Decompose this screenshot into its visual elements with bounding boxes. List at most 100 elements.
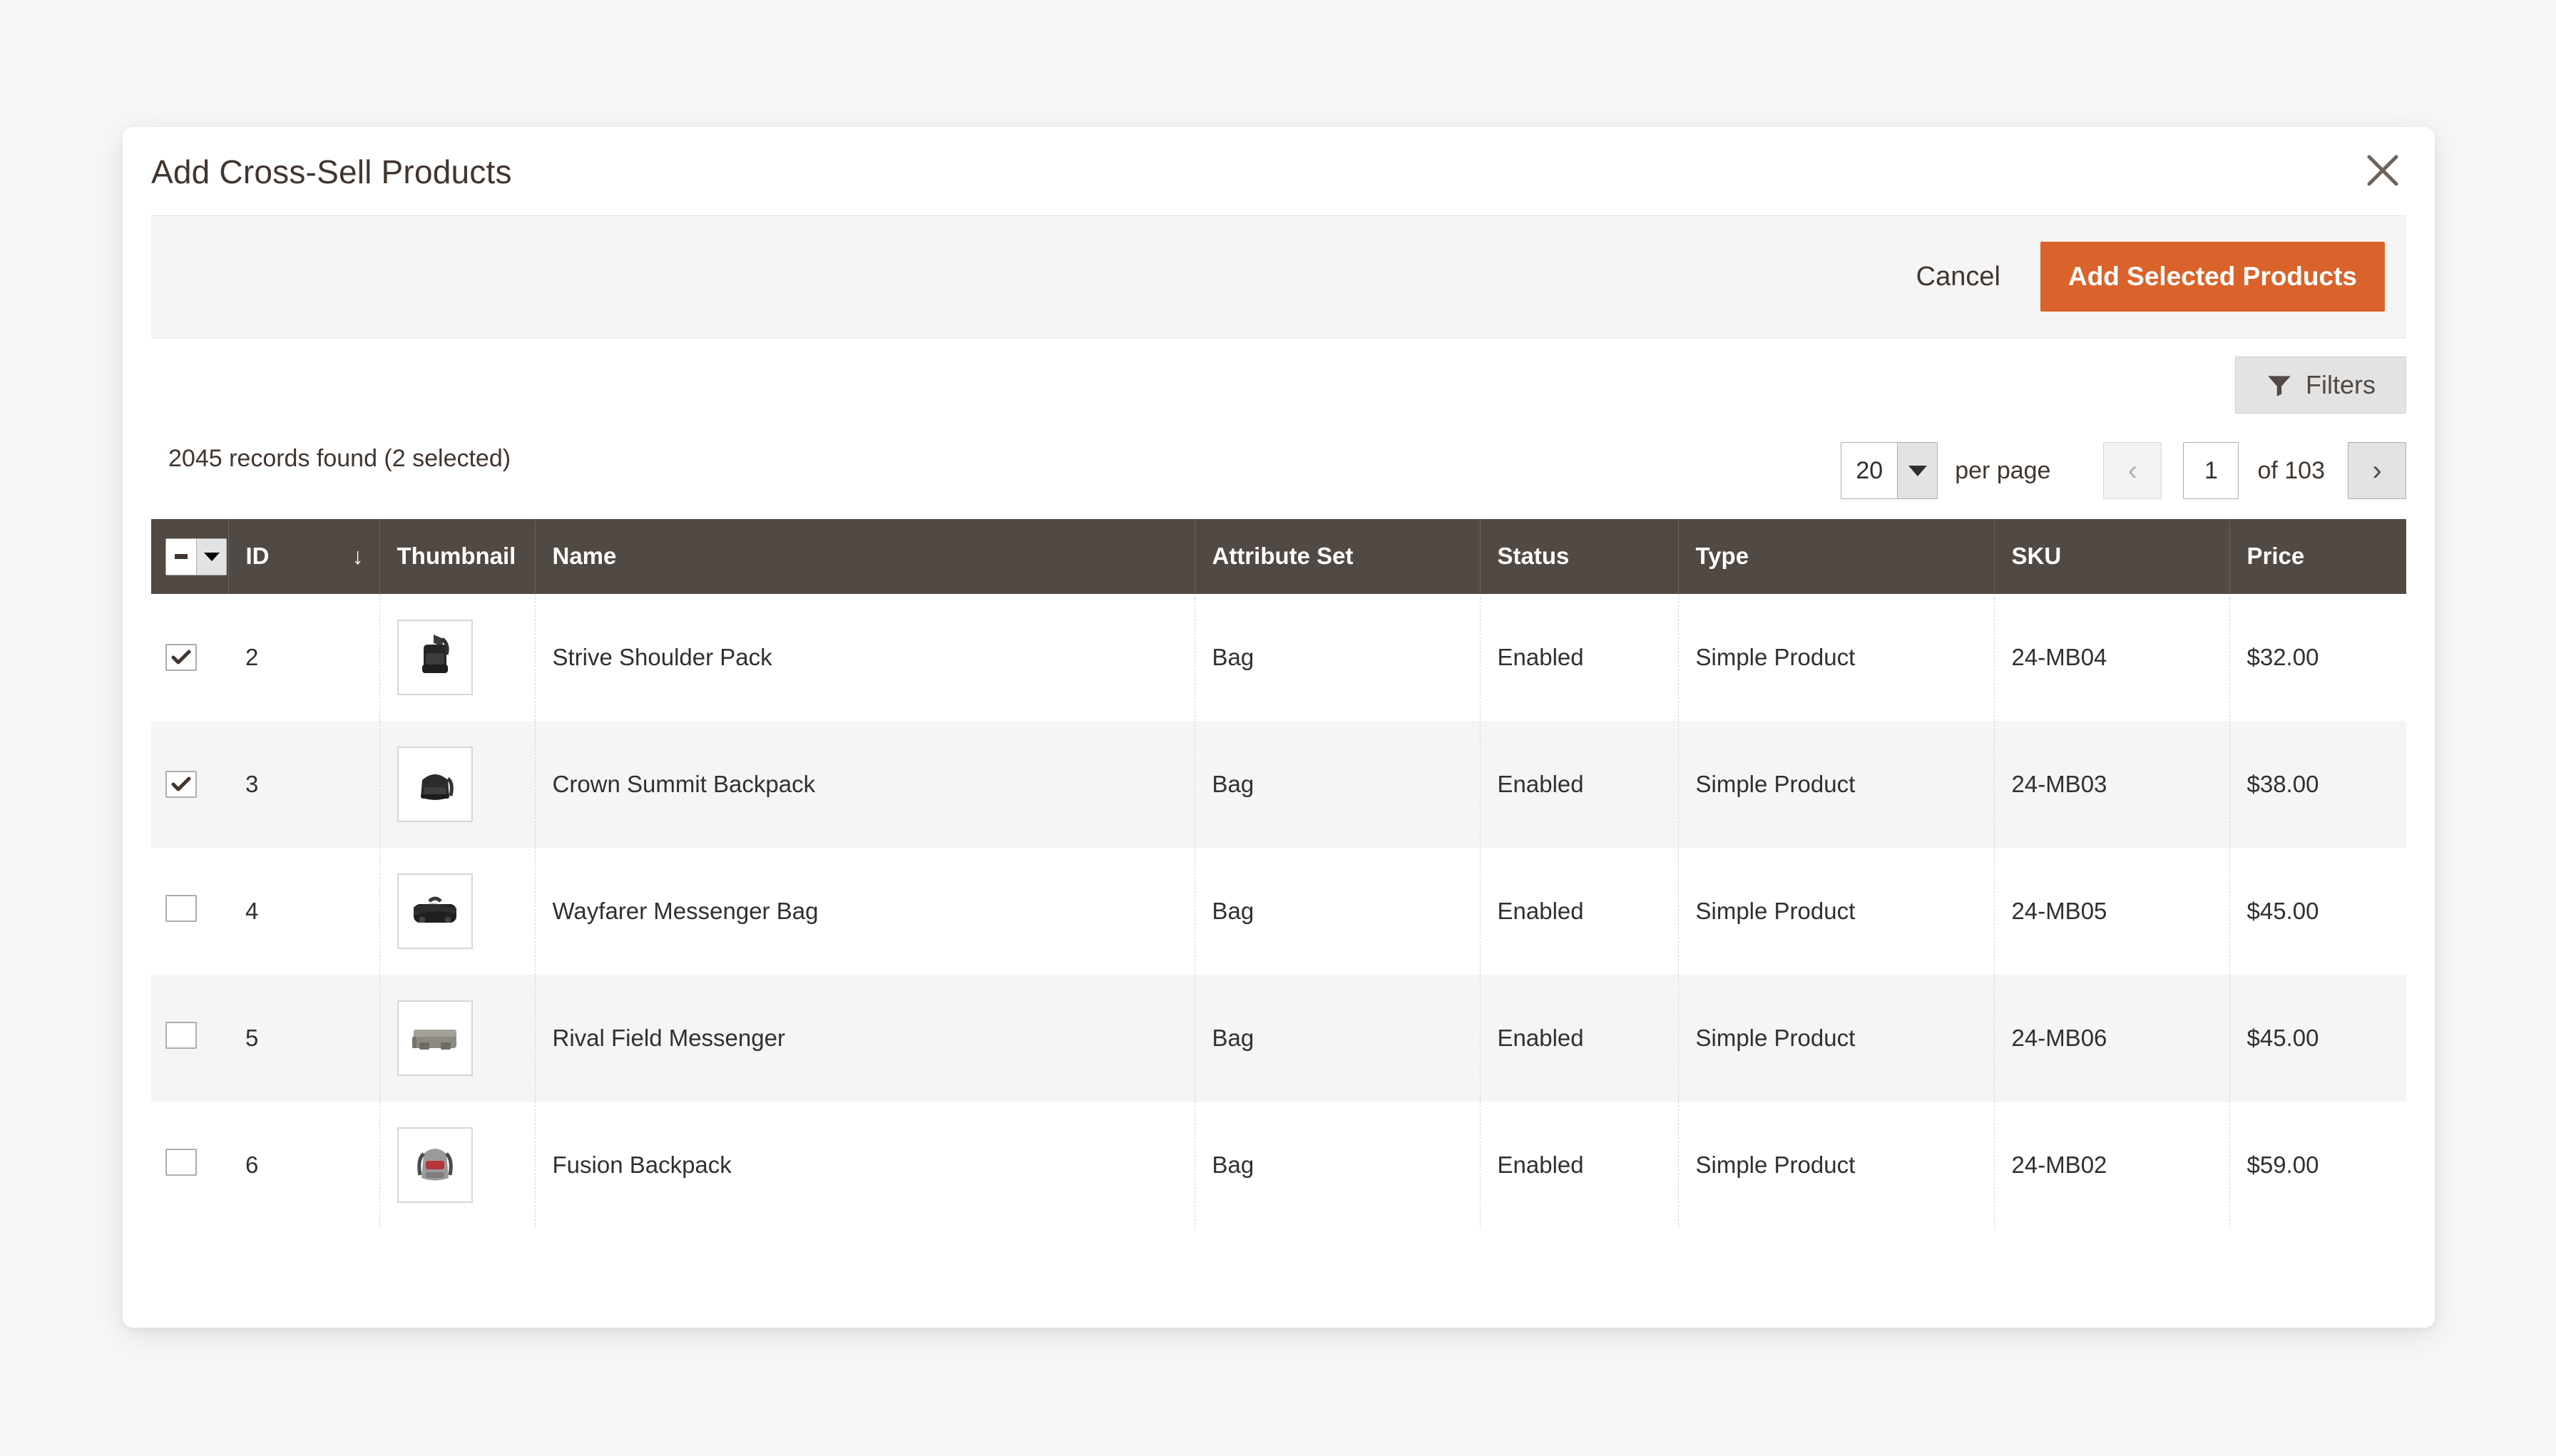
cell-id: 6 [228, 1101, 380, 1229]
grid-header-row: ID ↓ Thumbnail Name Attribute Set Status… [151, 519, 2406, 594]
column-header-id[interactable]: ID ↓ [228, 519, 380, 594]
cell-status: Enabled [1480, 593, 1679, 721]
column-header-thumbnail[interactable]: Thumbnail [379, 519, 536, 594]
products-grid: ID ↓ Thumbnail Name Attribute Set Status… [151, 519, 2406, 1229]
cell-sku: 24-MB02 [1994, 1101, 2230, 1229]
cell-id: 4 [228, 847, 380, 975]
previous-page-button[interactable]: ‹ [2103, 442, 2162, 499]
cell-status: Enabled [1480, 720, 1679, 848]
page-title: Add Cross-Sell Products [151, 153, 512, 190]
table-row[interactable]: 5 Rival Field Messenger Bag Enabled Simple P… [151, 974, 2406, 1102]
row-checkbox[interactable] [165, 643, 197, 671]
cell-price: $38.00 [2229, 720, 2406, 848]
filters-button[interactable]: Filters [2235, 357, 2406, 414]
fusion-backpack-thumbnail [397, 1127, 473, 1203]
cell-attribute-set: Bag [1195, 974, 1481, 1102]
field-messenger-thumbnail [397, 1000, 473, 1076]
chevron-right-icon: › [2372, 455, 2382, 486]
cancel-button[interactable]: Cancel [1916, 262, 2000, 292]
modal-action-bar: Cancel Add Selected Products [151, 215, 2406, 338]
row-checkbox[interactable] [165, 1021, 197, 1049]
close-icon[interactable] [2356, 144, 2409, 197]
messenger-bag-thumbnail [397, 873, 473, 949]
cell-type: Simple Product [1678, 847, 1995, 975]
column-header-attribute-set[interactable]: Attribute Set [1195, 519, 1481, 594]
total-pages-label: of 103 [2257, 456, 2325, 484]
row-select-cell [151, 974, 228, 1102]
cell-name: Crown Summit Backpack [535, 720, 1195, 848]
pagination-controls: 20 per page ‹ of 103 › [1841, 432, 2406, 509]
cell-price: $59.00 [2229, 1101, 2406, 1229]
next-page-button[interactable]: › [2348, 442, 2406, 499]
row-select-cell [151, 847, 228, 975]
row-select-cell [151, 1101, 228, 1229]
table-row[interactable]: 4 Wayfarer Messenger Bag Bag Enabled Simple … [151, 847, 2406, 975]
grid-toolbar: 2045 records found (2 selected) 20 per p… [151, 432, 2406, 509]
modal-title-bar: Add Cross-Sell Products [123, 127, 2435, 215]
per-page-select[interactable]: 20 [1841, 442, 1938, 499]
cell-thumbnail [379, 720, 536, 848]
cell-thumbnail [379, 847, 536, 975]
cell-thumbnail [379, 1101, 536, 1229]
shoulder-pack-thumbnail [397, 619, 473, 695]
table-row[interactable]: 2 Strive Shoulder Pack Bag Enabled Simple Pr… [151, 593, 2406, 721]
cell-type: Simple Product [1678, 974, 1995, 1102]
cell-attribute-set: Bag [1195, 720, 1481, 848]
cell-attribute-set: Bag [1195, 593, 1481, 721]
cell-type: Simple Product [1678, 720, 1995, 848]
filters-button-label: Filters [2306, 370, 2376, 399]
cell-name: Rival Field Messenger [535, 974, 1195, 1102]
cell-sku: 24-MB03 [1994, 720, 2230, 848]
column-header-sku[interactable]: SKU [1994, 519, 2230, 594]
records-found-text: 2045 records found (2 selected) [168, 445, 511, 472]
cell-sku: 24-MB05 [1994, 847, 2230, 975]
add-cross-sell-products-modal: Add Cross-Sell Products Cancel Add Selec… [123, 127, 2435, 1328]
column-header-id-label: ID [245, 543, 270, 570]
select-all-header [151, 519, 229, 594]
backpack-thumbnail [397, 746, 473, 822]
cell-id: 3 [228, 720, 380, 848]
column-header-status[interactable]: Status [1480, 519, 1679, 594]
cell-status: Enabled [1480, 974, 1679, 1102]
chevron-down-icon[interactable] [1897, 443, 1938, 498]
column-header-type[interactable]: Type [1678, 519, 1995, 594]
table-row[interactable]: 6 Fusion Backpack Bag Enabled Simple Product… [151, 1101, 2406, 1229]
row-select-cell [151, 593, 228, 721]
chevron-left-icon: ‹ [2127, 455, 2138, 486]
row-checkbox[interactable] [165, 770, 197, 798]
row-checkbox[interactable] [165, 1148, 197, 1176]
cell-type: Simple Product [1678, 1101, 1995, 1229]
select-all-dropdown[interactable] [165, 538, 227, 575]
cell-sku: 24-MB04 [1994, 593, 2230, 721]
table-row[interactable]: 3 Crown Summit Backpack Bag Enabled Simple P… [151, 720, 2406, 848]
arrow-down-icon: ↓ [352, 543, 364, 569]
cell-status: Enabled [1480, 1101, 1679, 1229]
per-page-value: 20 [1841, 443, 1898, 498]
column-header-price[interactable]: Price [2229, 519, 2406, 594]
cell-price: $45.00 [2229, 974, 2406, 1102]
row-checkbox[interactable] [165, 894, 197, 922]
cell-name: Strive Shoulder Pack [535, 593, 1195, 721]
cell-price: $32.00 [2229, 593, 2406, 721]
cell-thumbnail [379, 593, 536, 721]
cell-id: 5 [228, 974, 380, 1102]
row-select-cell [151, 720, 228, 848]
indeterminate-checkbox-icon [166, 538, 196, 575]
cell-name: Wayfarer Messenger Bag [535, 847, 1195, 975]
cell-name: Fusion Backpack [535, 1101, 1195, 1229]
chevron-down-icon[interactable] [196, 538, 226, 575]
per-page-label: per page [1955, 456, 2051, 484]
cell-id: 2 [228, 593, 380, 721]
filter-funnel-icon [2266, 371, 2293, 399]
cell-attribute-set: Bag [1195, 847, 1481, 975]
cell-thumbnail [379, 974, 536, 1102]
column-header-name[interactable]: Name [535, 519, 1195, 594]
cell-sku: 24-MB06 [1994, 974, 2230, 1102]
cell-price: $45.00 [2229, 847, 2406, 975]
cell-status: Enabled [1480, 847, 1679, 975]
filters-row: Filters [151, 338, 2406, 432]
cell-type: Simple Product [1678, 593, 1995, 721]
add-selected-products-button[interactable]: Add Selected Products [2040, 242, 2385, 312]
page-number-input[interactable] [2183, 442, 2239, 499]
cell-attribute-set: Bag [1195, 1101, 1481, 1229]
